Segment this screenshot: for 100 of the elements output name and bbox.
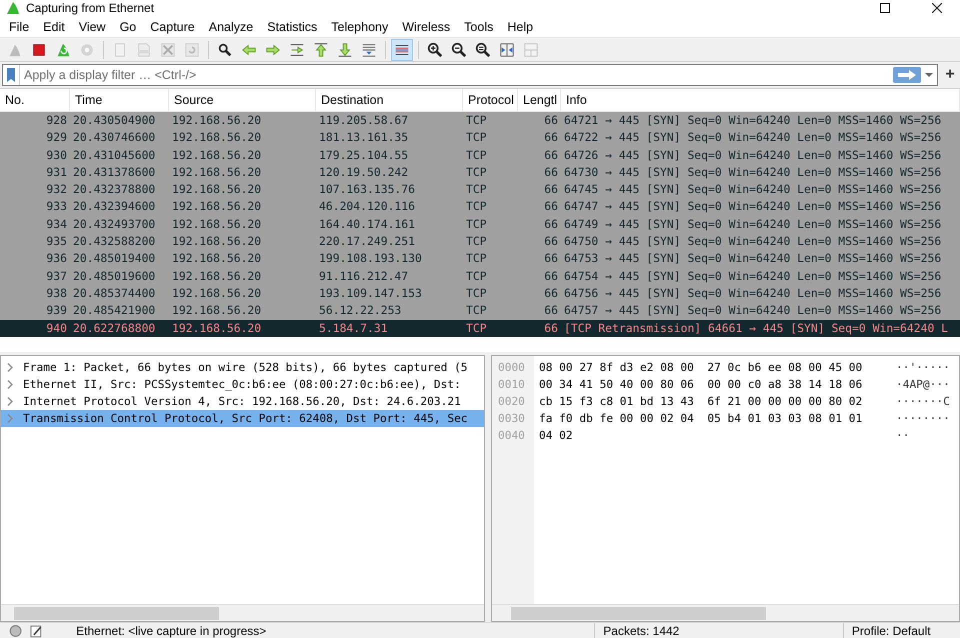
table-cell-text: 66 <box>543 129 559 146</box>
table-cell-text: 181.13.161.35 <box>318 129 410 146</box>
table-cell-text: 119.205.58.67 <box>318 112 410 129</box>
ascii-bytes: ·······C <box>896 395 950 408</box>
close-icon <box>932 3 942 13</box>
table-cell-text: 928 <box>45 112 68 129</box>
table-cell-text: 930 <box>45 146 68 164</box>
horizontal-scrollbar[interactable] <box>492 604 959 621</box>
add-filter-button[interactable]: + <box>942 66 958 84</box>
table-cell-text: 64747 → 445 [SYN] Seq=0 Win=64240 Len=0 MSS=1460 WS=256 <box>563 198 942 216</box>
table-cell-text: 64749 → 445 [SYN] Seq=0 Win=64240 Len=0 MSS=1460 WS=256 <box>563 216 942 233</box>
packet-row[interactable]: 928 20.430504900 192.168.56.20 119.205.58.67 TCP 66 64721 → 445 [SYN] Seq=0 Win=64240 Len=0 MSS=1460 WS=256 <box>0 112 960 130</box>
profile-label[interactable]: Profile: Default <box>852 622 931 638</box>
up-arrow-icon <box>313 40 329 58</box>
table-cell-text: 66 <box>543 250 559 268</box>
packet-row[interactable]: 935 20.432588200 192.168.56.20 220.17.249.251 TCP 66 64750 → 445 [SYN] Seq=0 Win=64240 Len=0 MSS=1460 WS=256 <box>0 233 960 250</box>
menu-item[interactable]: Edit <box>36 16 72 38</box>
table-cell-text: 66 <box>543 302 559 320</box>
table-cell-text: 64750 → 445 [SYN] Seq=0 Win=64240 Len=0 MSS=1460 WS=256 <box>563 233 942 250</box>
ascii-bytes: ·· <box>896 429 910 442</box>
column-header[interactable]: Time <box>70 89 169 111</box>
table-cell-text: 64730 → 445 [SYN] Seq=0 Win=64240 Len=0 MSS=1460 WS=256 <box>563 164 942 181</box>
packet-row[interactable]: 940 20.622768800 192.168.56.20 5.184.7.31 TCP 66 [TCP Retransmission] 64661 → 445 [SYN] Seq=0 Win=64240 L <box>0 320 960 337</box>
ascii-bytes: ··'····· <box>896 361 950 374</box>
toolbar-button[interactable] <box>391 38 413 60</box>
menu-item[interactable]: View <box>72 16 113 38</box>
column-header[interactable]: Source <box>169 89 316 111</box>
table-cell-text: 66 <box>543 216 559 233</box>
tree-item[interactable]: Ethernet II, Src: PCSSystemtec_0c:b6:ee (08:00:27:0c:b6:ee), Dst: <box>1 376 484 393</box>
table-cell-text: 931 <box>45 164 68 181</box>
menu-item[interactable]: Capture <box>143 16 202 38</box>
table-cell-text: TCP <box>465 320 488 337</box>
table-cell-text: 199.108.193.130 <box>318 250 423 268</box>
packet-row[interactable]: 937 20.485019600 192.168.56.20 91.116.212.47 TCP 66 64754 → 445 [SYN] Seq=0 Win=64240 Len=0 MSS=1460 WS=256 <box>0 268 960 285</box>
menu-item[interactable]: Go <box>112 16 144 38</box>
packet-row[interactable]: 933 20.432394600 192.168.56.20 46.204.120.116 TCP 66 64747 → 445 [SYN] Seq=0 Win=64240 Len=0 MSS=1460 WS=256 <box>0 198 960 216</box>
table-cell-text: 64757 → 445 [SYN] Seq=0 Win=64240 Len=0 MSS=1460 WS=256 <box>563 302 942 320</box>
menu-item[interactable]: Statistics <box>260 16 324 38</box>
tree-item[interactable]: Frame 1: Packet, 66 bytes on wire (528 bits), 66 bytes captured (5 <box>1 359 484 376</box>
hex-bytes: 08 00 27 8f d3 e2 08 00 27 0c b6 ee 08 00 45 00 <box>538 361 864 374</box>
ascii-bytes: ·4AP@··· <box>896 378 950 391</box>
column-header[interactable]: Lengtl <box>518 89 561 111</box>
tree-item[interactable]: Internet Protocol Version 4, Src: 192.168.56.20, Dst: 24.6.203.21 <box>1 393 484 410</box>
table-cell-text: 192.168.56.20 <box>171 233 262 250</box>
packet-row[interactable]: 934 20.432493700 192.168.56.20 164.40.174.161 TCP 66 64749 → 445 [SYN] Seq=0 Win=64240 Len=0 MSS=1460 WS=256 <box>0 216 960 234</box>
table-cell-text: 66 <box>543 164 559 181</box>
table-cell-text: TCP <box>465 250 488 268</box>
hex-bytes: 00 34 41 50 40 00 80 06 00 00 c0 a8 38 14 18 06 <box>538 378 864 391</box>
close-file-icon <box>160 40 176 58</box>
table-cell-text: 20.432588200 <box>72 233 156 250</box>
table-cell-text: 64721 → 445 [SYN] Seq=0 Win=64240 Len=0 MSS=1460 WS=256 <box>563 112 942 129</box>
packet-row[interactable]: 931 20.431378600 192.168.56.20 120.19.50.242 TCP 66 64730 → 445 [SYN] Seq=0 Win=64240 Len=0 MSS=1460 WS=256 <box>0 164 960 182</box>
binary-file-icon <box>136 40 152 58</box>
hex-bytes: cb 15 f3 c8 01 bd 13 43 6f 21 00 00 00 00 80 02 <box>538 395 864 408</box>
table-cell-text: 940 <box>45 320 68 337</box>
table-cell-text: 64745 → 445 [SYN] Seq=0 Win=64240 Len=0 MSS=1460 WS=256 <box>563 181 942 198</box>
table-cell-text: 192.168.56.20 <box>171 268 262 285</box>
reload-icon <box>184 40 200 58</box>
packet-row[interactable]: 939 20.485421900 192.168.56.20 56.12.22.253 TCP 66 64757 → 445 [SYN] Seq=0 Win=64240 Len=0 MSS=1460 WS=256 <box>0 302 960 320</box>
column-header[interactable]: No. <box>0 89 70 111</box>
table-cell-text: 192.168.56.20 <box>171 250 262 268</box>
menu-item[interactable]: Telephony <box>324 16 396 38</box>
table-cell-text: TCP <box>465 164 488 181</box>
display-filter-field[interactable]: Apply a display filter … <Ctrl-/> <box>2 64 938 86</box>
table-cell-text: 66 <box>543 181 559 198</box>
table-cell-text: 936 <box>45 250 68 268</box>
ascii-bytes: ········ <box>896 412 950 425</box>
table-cell-text: 20.485019600 <box>72 268 156 285</box>
tree-item[interactable]: Transmission Control Protocol, Src Port: 62408, Dst Port: 445, Sec <box>1 410 484 427</box>
app-icon <box>6 1 20 15</box>
table-cell-text: TCP <box>465 146 488 164</box>
menu-item[interactable]: Tools <box>457 16 500 38</box>
packet-row[interactable]: 929 20.430746600 192.168.56.20 181.13.161.35 TCP 66 64722 → 445 [SYN] Seq=0 Win=64240 Len=0 MSS=1460 WS=256 <box>0 129 960 147</box>
column-header[interactable]: Protocol <box>463 89 518 111</box>
table-cell-text: 193.109.147.153 <box>318 284 423 302</box>
table-cell-text: 192.168.56.20 <box>171 164 262 181</box>
packet-row[interactable]: 938 20.485374400 192.168.56.20 193.109.147.153 TCP 66 64756 → 445 [SYN] Seq=0 Win=64240 Len=0 MSS=1460 WS=256 <box>0 284 960 302</box>
table-cell-text: TCP <box>465 268 488 285</box>
zoom-out-icon <box>451 40 467 58</box>
packet-row[interactable]: 936 20.485019400 192.168.56.20 199.108.193.130 TCP 66 64753 → 445 [SYN] Seq=0 Win=64240 Len=0 MSS=1460 WS=256 <box>0 250 960 268</box>
table-cell-text: 935 <box>45 233 68 250</box>
table-cell-text: 192.168.56.20 <box>171 112 262 129</box>
table-cell-text: TCP <box>465 129 488 146</box>
column-header[interactable]: Destination <box>316 89 463 111</box>
menu-item[interactable]: Wireless <box>395 16 458 38</box>
zoom-in-icon <box>427 40 443 58</box>
table-cell-text: 20.431045600 <box>72 146 156 164</box>
packet-row[interactable]: 930 20.431045600 192.168.56.20 179.25.104.55 TCP 66 64726 → 445 [SYN] Seq=0 Win=64240 Len=0 MSS=1460 WS=256 <box>0 146 960 164</box>
horizontal-scrollbar[interactable] <box>1 604 484 621</box>
packet-row[interactable]: 932 20.432378800 192.168.56.20 107.163.135.76 TCP 66 64745 → 445 [SYN] Seq=0 Win=64240 Len=0 MSS=1460 WS=256 <box>0 181 960 198</box>
table-cell-text: 66 <box>543 284 559 302</box>
resize-columns-icon <box>499 40 515 58</box>
table-cell-text: 64754 → 445 [SYN] Seq=0 Win=64240 Len=0 MSS=1460 WS=256 <box>563 268 942 285</box>
menu-item[interactable]: File <box>2 16 36 38</box>
table-cell-text: 64756 → 445 [SYN] Seq=0 Win=64240 Len=0 MSS=1460 WS=256 <box>563 284 942 302</box>
menu-item[interactable]: Help <box>500 16 540 38</box>
table-cell-text: 192.168.56.20 <box>171 216 262 233</box>
table-cell-text: 192.168.56.20 <box>171 302 262 320</box>
column-header[interactable]: Info <box>561 89 960 111</box>
menu-item[interactable]: Analyze <box>202 16 260 38</box>
